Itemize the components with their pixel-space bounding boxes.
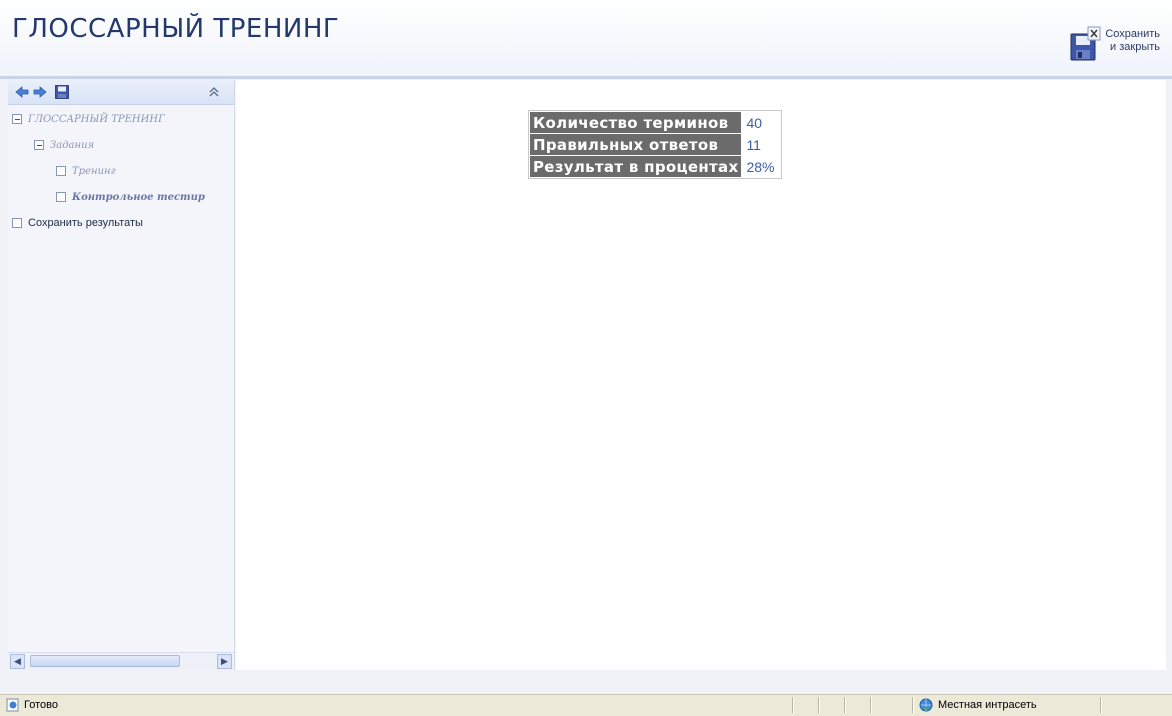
expand-collapse-icon[interactable] (12, 114, 22, 124)
arrow-right-icon[interactable] (32, 84, 48, 100)
tree-item-control-test[interactable]: Контрольное тестир (56, 188, 205, 206)
status-separator (870, 697, 872, 713)
status-separator (844, 697, 846, 713)
table-row: Результат в процентах 28% (530, 156, 780, 177)
tree-item-training[interactable]: Тренинг (56, 162, 116, 180)
page-title: ГЛОССАРНЫЙ ТРЕНИНГ (12, 14, 340, 44)
scrollbar-thumb[interactable] (30, 655, 180, 667)
status-bar: Готово Местная интрасеть (0, 694, 1172, 716)
chevron-left-icon: ◀ (14, 656, 21, 666)
tree-item-glossary-training[interactable]: ГЛОССАРНЫЙ ТРЕНИНГ (12, 110, 165, 128)
header-divider (0, 76, 1172, 79)
navigation-panel: ГЛОССАРНЫЙ ТРЕНИНГ Задания Тренинг Контр… (8, 80, 235, 670)
ie-page-icon (6, 698, 19, 712)
nav-toolbar (8, 80, 234, 105)
app-header: ГЛОССАРНЫЙ ТРЕНИНГ Сохранить и закрыть (0, 0, 1172, 80)
result-label: Результат в процентах (530, 156, 742, 177)
status-text: Готово (24, 699, 58, 711)
result-value: 40 (746, 114, 763, 131)
tree-item-tasks[interactable]: Задания (34, 136, 94, 154)
content-area: Количество терминов 40 Правильных ответо… (236, 80, 1166, 670)
tree-node-icon (56, 166, 66, 176)
table-row: Правильных ответов 11 (530, 134, 780, 155)
floppy-disk-icon[interactable] (54, 84, 70, 100)
zone-label: Местная интрасеть (938, 699, 1037, 711)
tree-item-label: Контрольное тестир (72, 191, 205, 203)
status-separator (1100, 697, 1102, 713)
result-value: 11 (746, 136, 761, 153)
security-zone[interactable]: Местная интрасеть (918, 698, 1037, 712)
floppy-disk-close-icon (1070, 26, 1101, 61)
tree-item-label: Тренинг (72, 165, 116, 177)
result-value: 28% (746, 158, 775, 175)
status-separator (912, 697, 914, 713)
tree-item-label: ГЛОССАРНЫЙ ТРЕНИНГ (28, 113, 165, 125)
tree-item-label: Задания (50, 139, 95, 151)
tree-item-label: Сохранить результаты (28, 217, 143, 229)
expand-collapse-icon[interactable] (34, 140, 44, 150)
save-and-close-button[interactable]: Сохранить и закрыть (1069, 26, 1160, 70)
result-label: Правильных ответов (530, 134, 742, 155)
arrow-left-icon[interactable] (14, 84, 30, 100)
chevron-right-icon: ▶ (221, 656, 228, 666)
result-label: Количество терминов (530, 112, 742, 133)
save-and-close-label: Сохранить и закрыть (1105, 26, 1160, 54)
double-chevron-up-icon[interactable] (206, 84, 222, 100)
save-close-line1: Сохранить (1105, 28, 1160, 40)
tree-node-icon (56, 192, 66, 202)
globe-network-icon (919, 698, 933, 712)
status-separator (792, 697, 794, 713)
scroll-right-button[interactable]: ▶ (217, 654, 232, 669)
status-area: Готово (6, 698, 58, 712)
tree-node-icon (12, 218, 22, 228)
status-separator (818, 697, 820, 713)
scroll-left-button[interactable]: ◀ (10, 654, 25, 669)
results-table: Количество терминов 40 Правильных ответо… (528, 110, 783, 179)
table-row: Количество терминов 40 (530, 112, 780, 133)
horizontal-scrollbar[interactable]: ◀ ▶ (8, 652, 234, 670)
tree-item-save-results[interactable]: Сохранить результаты (12, 214, 143, 232)
save-close-line2: и закрыть (1110, 41, 1160, 53)
